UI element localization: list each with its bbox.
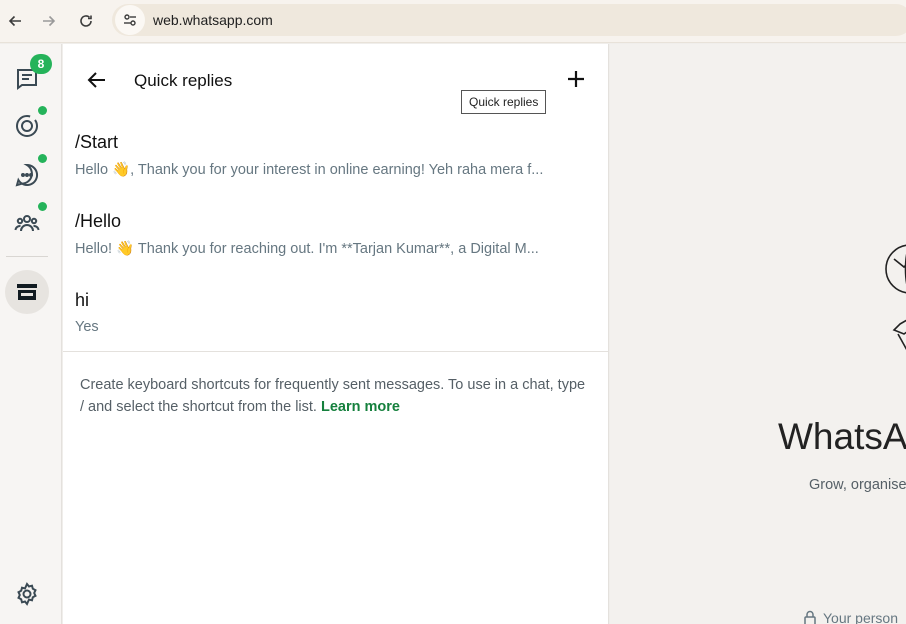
- list-divider: [63, 351, 609, 352]
- browser-toolbar: web.whatsapp.com: [0, 0, 906, 43]
- help-text: Create keyboard shortcuts for frequently…: [80, 374, 590, 418]
- lock-icon: [804, 610, 816, 624]
- settings-button[interactable]: [7, 574, 47, 614]
- quick-reply-shortcut: /Hello: [75, 211, 122, 231]
- quick-reply-item[interactable]: hi Yes: [75, 290, 585, 335]
- tools-button[interactable]: [5, 270, 49, 314]
- panel-title: Quick replies: [134, 71, 233, 90]
- intro-footer-text: Your person: [823, 610, 898, 624]
- quick-reply-shortcut: hi: [75, 290, 90, 310]
- status-ring-icon: [16, 115, 38, 137]
- url-text[interactable]: web.whatsapp.com: [153, 12, 273, 28]
- intro-title: WhatsAp: [778, 416, 906, 457]
- channels-icon: [15, 163, 39, 187]
- back-arrow-icon[interactable]: [2, 8, 28, 34]
- globe-illustration-icon: [885, 244, 906, 351]
- learn-more-link[interactable]: Learn more: [321, 399, 400, 415]
- store-icon: [17, 284, 37, 300]
- communities-icon: [14, 215, 40, 232]
- channels-dot: [38, 154, 47, 163]
- quick-reply-message: Yes: [75, 319, 99, 335]
- quick-reply-shortcut: /Start: [75, 132, 119, 152]
- gear-icon: [17, 582, 37, 606]
- rail-divider: [6, 256, 48, 257]
- intro-footer: Your person: [803, 610, 898, 624]
- back-arrow-icon[interactable]: [83, 66, 111, 94]
- add-quick-reply-button[interactable]: [563, 66, 589, 92]
- intro-pane: WhatsAp Grow, organise Your person: [610, 44, 906, 624]
- plus-icon: [568, 71, 584, 87]
- unread-badge: 8: [30, 54, 52, 74]
- left-rail: 8: [0, 44, 62, 624]
- quick-reply-item[interactable]: /Start Hello 👋, Thank you for your inter…: [75, 132, 585, 178]
- tooltip: Quick replies: [461, 90, 547, 114]
- quick-reply-item[interactable]: /Hello Hello! 👋 Thank you for reaching o…: [75, 211, 585, 257]
- forward-arrow-icon[interactable]: [36, 8, 62, 34]
- quick-reply-message: Hello 👋, Thank you for your interest in …: [75, 162, 544, 178]
- communities-dot: [38, 202, 47, 211]
- status-dot: [38, 106, 47, 115]
- intro-subtitle: Grow, organise: [809, 477, 906, 493]
- tune-icon[interactable]: [115, 5, 145, 35]
- quick-reply-message: Hello! 👋 Thank you for reaching out. I'm…: [75, 241, 539, 257]
- address-bar[interactable]: web.whatsapp.com: [112, 4, 906, 36]
- reload-icon[interactable]: [73, 8, 99, 34]
- quick-replies-panel: Quick replies Quick replies /Start Hello…: [63, 44, 609, 624]
